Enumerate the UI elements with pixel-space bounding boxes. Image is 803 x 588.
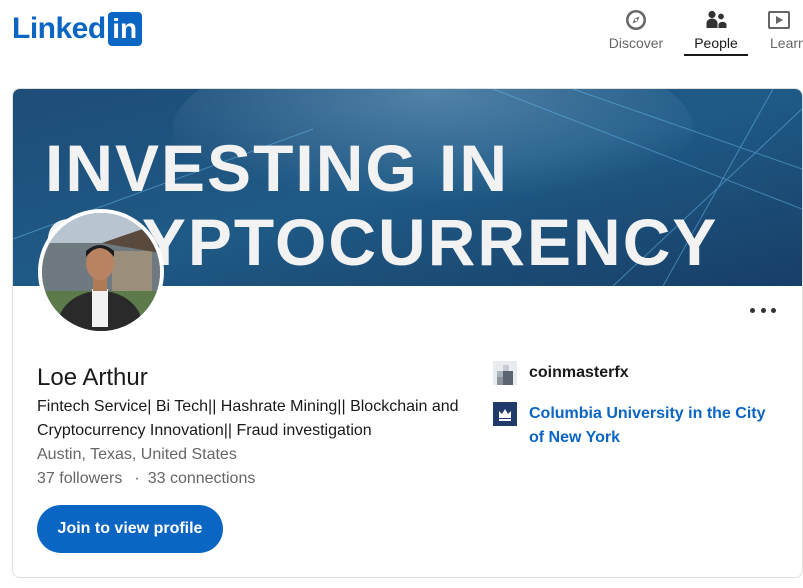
affiliation-company-name: coinmasterfx — [529, 364, 629, 381]
logo-in-box: in — [107, 12, 142, 46]
people-icon — [704, 8, 728, 32]
profile-card: INVESTING IN CRYPTOCURRENCY Loe Arthur F… — [12, 88, 803, 578]
more-dot-icon — [760, 307, 766, 313]
nav-discover-label: Discover — [608, 35, 664, 51]
nav-people-label: People — [694, 35, 738, 51]
connections-count: 33 connections — [147, 470, 256, 487]
more-options-button[interactable] — [750, 301, 776, 319]
cover-text-line1: INVESTING IN — [45, 131, 509, 205]
linkedin-logo[interactable]: Linked in — [12, 12, 142, 46]
nav-learn[interactable]: Learn — [768, 0, 803, 62]
compass-icon — [624, 8, 648, 32]
university-crown-icon — [493, 402, 517, 426]
nav-discover[interactable]: Discover — [604, 0, 668, 62]
affiliation-university-name: Columbia University in the City of New Y… — [529, 405, 766, 446]
logo-wordmark: Linked — [12, 12, 106, 45]
join-to-view-profile-button[interactable]: Join to view profile — [37, 505, 223, 553]
video-icon — [768, 8, 792, 32]
affiliation-university[interactable]: Columbia University in the City of New Y… — [493, 402, 779, 450]
profile-location: Austin, Texas, United States — [37, 446, 237, 463]
stats-separator: · — [134, 470, 140, 487]
company-logo-icon — [493, 361, 517, 385]
profile-headline: Fintech Service| Bi Tech|| Hashrate Mini… — [37, 398, 459, 439]
more-dot-icon — [750, 307, 755, 313]
profile-avatar[interactable] — [38, 209, 164, 335]
affiliation-company[interactable]: coinmasterfx — [493, 361, 629, 385]
followers-count: 37 followers — [37, 470, 123, 487]
nav-people[interactable]: People — [684, 0, 748, 62]
nav-learn-label: Learn — [770, 35, 803, 51]
more-dot-icon — [771, 307, 776, 313]
active-tab-indicator — [684, 54, 748, 56]
profile-stats: 37 followers · 33 connections — [37, 467, 255, 491]
top-navigation-bar: Linked in Discover People Learn — [0, 0, 803, 62]
profile-name: Loe Arthur — [37, 364, 148, 391]
